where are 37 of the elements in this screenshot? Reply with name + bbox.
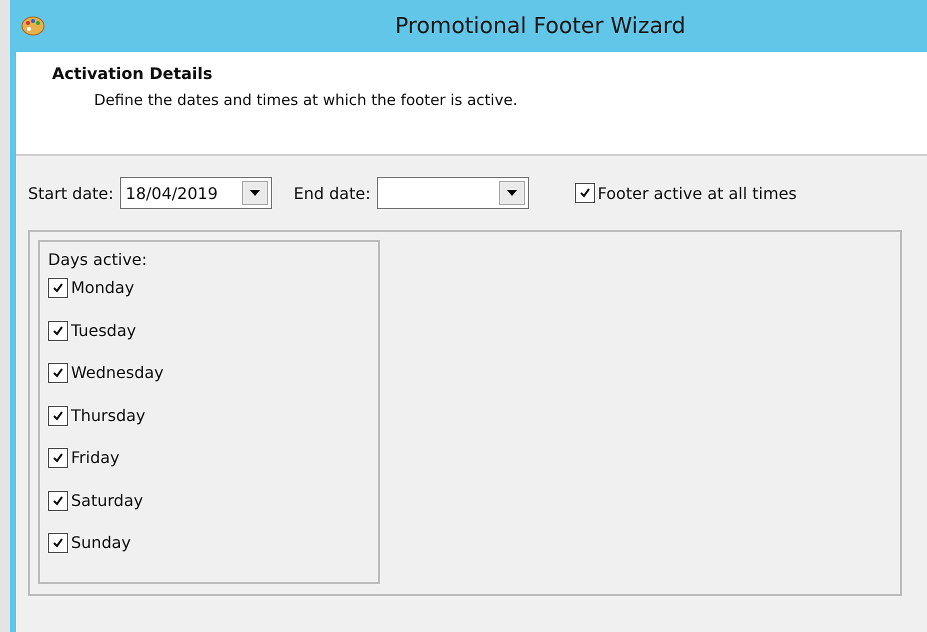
check-icon (578, 187, 591, 199)
check-icon (52, 282, 64, 294)
checkbox[interactable] (574, 183, 595, 203)
dropdown-button[interactable] (498, 181, 525, 205)
check-icon (52, 367, 64, 379)
caret-icon (250, 190, 260, 196)
checkbox-label: Tuesday (71, 320, 136, 340)
start-date-label: Start date: (28, 184, 114, 202)
dropdown-button[interactable] (242, 181, 268, 205)
checkbox-label: Friday (71, 448, 120, 467)
checkbox[interactable] (48, 278, 68, 298)
checkbox[interactable] (48, 533, 68, 553)
window-title: Promotional Footer Wizard (395, 14, 686, 38)
check-icon (52, 324, 64, 336)
caret-icon (506, 190, 517, 196)
section-description: Define the dates and times at which the footer is active. (94, 91, 518, 109)
end-date-label: End date: (294, 184, 371, 202)
checkbox-label: Footer active at all times (598, 184, 797, 202)
check-icon (52, 494, 64, 506)
check-icon (52, 410, 64, 422)
group-title: Days active: (48, 250, 148, 269)
checkbox[interactable] (48, 320, 68, 340)
section-title: Activation Details (52, 64, 214, 83)
checkbox[interactable] (48, 448, 68, 468)
check-icon (52, 452, 64, 464)
checkbox[interactable] (48, 406, 68, 426)
checkbox[interactable] (48, 490, 68, 510)
checkbox-label: Saturday (71, 490, 144, 510)
checkbox-label: Sunday (71, 533, 131, 552)
checkbox-label: Wednesday (71, 363, 164, 382)
palette-icon (21, 15, 45, 37)
checkbox[interactable] (48, 363, 68, 383)
end-date-field[interactable] (376, 177, 529, 209)
check-icon (52, 537, 64, 549)
checkbox-label: Thursday (71, 406, 146, 424)
checkbox-label: Monday (71, 278, 134, 297)
start-date-field[interactable]: 18/04/2019 (120, 177, 272, 209)
